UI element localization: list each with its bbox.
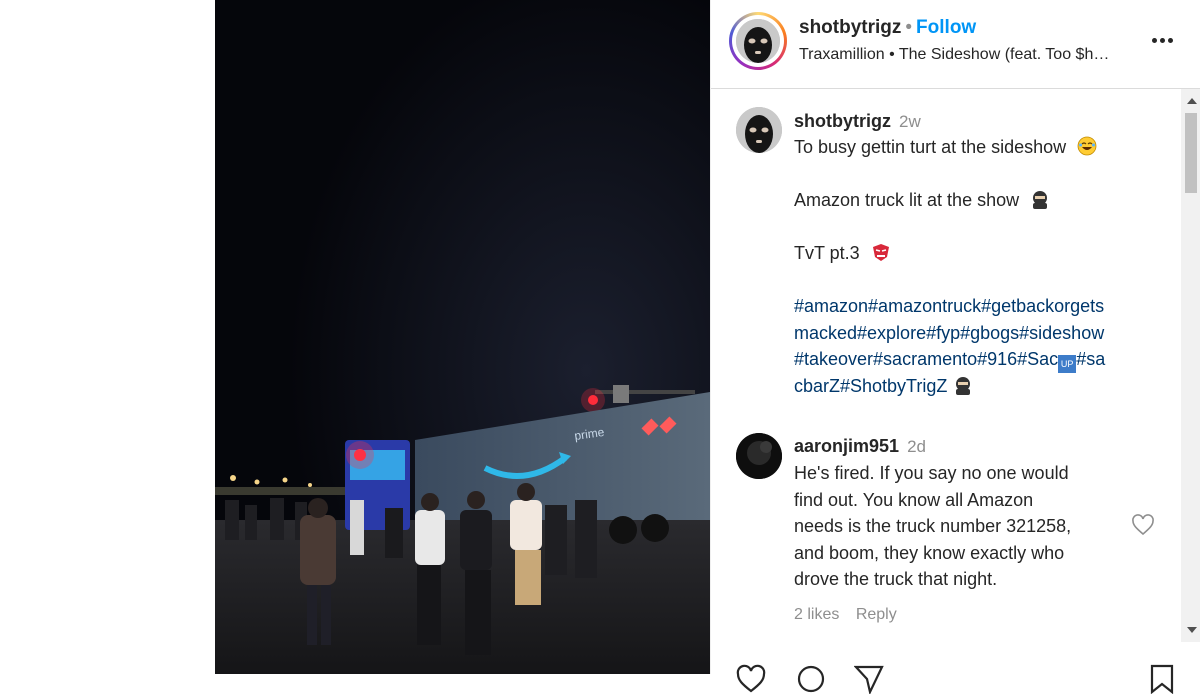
separator-dot: • (905, 17, 913, 38)
laughing-emoji-icon (1077, 136, 1097, 156)
masked-face-icon (736, 107, 782, 153)
comment-line-1: He's fired. If you say no one would (794, 463, 1069, 483)
video-frame: prime (215, 0, 710, 674)
commenter-avatar[interactable] (736, 433, 782, 479)
comment-timestamp[interactable]: 2d (907, 437, 926, 456)
reply-button[interactable]: Reply (856, 606, 897, 623)
scroll-down-arrow-icon[interactable] (1187, 627, 1197, 633)
caption-username[interactable]: shotbytrigz (794, 111, 891, 131)
avatar-photo-icon (736, 433, 782, 479)
scrollbar-thumb[interactable] (1185, 113, 1197, 193)
author-avatar[interactable] (736, 19, 780, 63)
heart-icon[interactable] (1131, 513, 1155, 537)
comment-line-3: needs is the truck number 321258, (794, 516, 1072, 536)
comment-icon[interactable] (796, 664, 826, 694)
post-video[interactable]: prime (215, 0, 710, 674)
ninja-emoji-icon (956, 376, 971, 395)
heart-icon[interactable] (736, 664, 766, 694)
comment-line-4: and boom, they know exactly who (794, 542, 1065, 563)
comment-line-5: drove the truck that night. (794, 569, 998, 589)
up-arrow-emoji-icon: UP (1058, 355, 1077, 373)
comment-likes-count[interactable]: 2 likes (794, 606, 839, 623)
audio-track-link[interactable]: Traxamillion • The Sideshow (feat. Too $… (799, 46, 1109, 64)
scroll-up-arrow-icon[interactable] (1187, 98, 1197, 104)
masked-face-icon (736, 19, 780, 63)
comments-scrollbar[interactable] (1181, 89, 1200, 642)
caption-hashtags-line-3[interactable]: #takeover#sacramento#916#Sac UP #sa (794, 346, 1105, 373)
header-username-row: shotbytrigz • Follow (799, 17, 976, 39)
page-margin (0, 0, 215, 674)
caption-line-1: To busy gettin turt at the sideshow (794, 134, 1097, 161)
caption-line-2: Amazon truck lit at the show (794, 187, 1050, 214)
share-icon[interactable] (854, 664, 884, 694)
follow-button[interactable]: Follow (916, 17, 976, 38)
post-action-bar (711, 652, 1200, 694)
ninja-emoji-icon (1033, 191, 1048, 209)
comment-username[interactable]: aaronjim951 (794, 436, 899, 456)
more-options-icon[interactable] (1149, 26, 1177, 54)
author-username[interactable]: shotbytrigz (799, 17, 901, 38)
comment-username-row: aaronjim951 2d (794, 436, 926, 457)
caption-hashtags-line-2[interactable]: macked#explore#fyp#gbogs#sideshow (794, 320, 1104, 347)
caption-author-avatar[interactable] (736, 107, 782, 153)
caption-line-3: TvT pt.3 (794, 240, 891, 267)
caption-timestamp[interactable]: 2w (899, 112, 921, 131)
caption-hashtags-line-4[interactable]: cbarZ#ShotbyTrigZ (794, 373, 973, 400)
caption-username-row: shotbytrigz 2w (794, 111, 921, 132)
comments-list[interactable]: shotbytrigz 2w To busy gettin turt at the… (711, 89, 1181, 651)
post-side-panel: shotbytrigz • Follow Traxamillion • The Si… (710, 0, 1200, 694)
bookmark-icon[interactable] (1147, 664, 1177, 694)
post-header: shotbytrigz • Follow Traxamillion • The Si… (711, 0, 1200, 89)
comment-line-2: find out. You know all Amazon (794, 489, 1034, 510)
comment-meta-row: 2 likes Reply (794, 606, 897, 624)
author-avatar-ring[interactable] (729, 12, 787, 70)
caption-hashtags-line-1[interactable]: #amazon#amazontruck#getbackorgets (794, 293, 1104, 320)
goblin-mask-emoji-icon (872, 244, 889, 261)
